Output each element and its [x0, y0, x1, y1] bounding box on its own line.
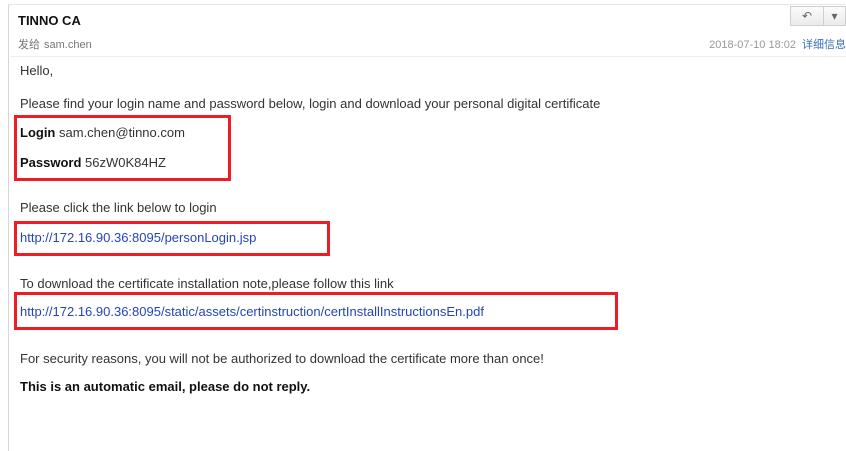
header-divider — [10, 56, 846, 57]
recipient-line: 发给 sam.chen — [18, 36, 96, 52]
recipient-name[interactable]: sam.chen — [44, 39, 92, 51]
click-link-instruction: Please click the link below to login — [20, 200, 217, 215]
reply-button[interactable]: ↶ — [790, 6, 824, 26]
to-prefix: 发给 — [18, 39, 40, 51]
sent-date: 2018-07-10 18:02 — [709, 39, 796, 51]
instructions-link-highlight-box — [14, 292, 618, 330]
dropdown-arrow-icon: ▾ — [831, 9, 838, 23]
more-actions-button[interactable]: ▾ — [824, 6, 846, 26]
reply-arrow-icon: ↶ — [801, 9, 813, 23]
message-toolbar: ↶ ▾ — [790, 6, 846, 26]
security-note: For security reasons, you will not be au… — [20, 351, 544, 366]
details-link[interactable]: 详细信息 — [802, 39, 846, 51]
login-link-highlight-box — [14, 221, 330, 256]
intro-text: Please find your login name and password… — [20, 96, 601, 111]
download-note: To download the certificate installation… — [20, 276, 394, 291]
auto-reply-note: This is an automatic email, please do no… — [20, 379, 311, 394]
greeting: Hello, — [20, 63, 54, 78]
sender-name: TINNO CA — [18, 13, 81, 28]
credentials-highlight-box — [14, 115, 231, 181]
date-line: 2018-07-10 18:02 详细信息 — [709, 36, 846, 52]
